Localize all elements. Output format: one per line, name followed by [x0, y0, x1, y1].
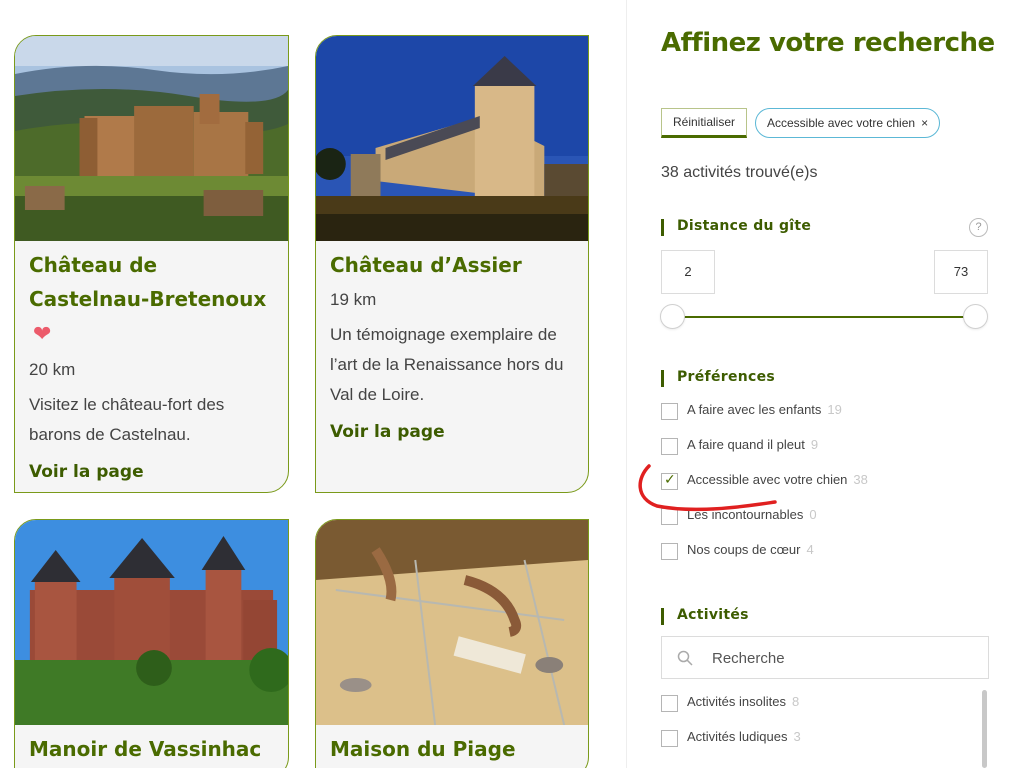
activity-card[interactable]: Château de Castelnau-Bretenoux ❤ 20 km Vi…: [14, 35, 289, 493]
checkbox[interactable]: [661, 730, 678, 747]
distance-min-field[interactable]: 2: [661, 250, 715, 294]
option-count: 9: [810, 437, 819, 452]
list-scrollbar[interactable]: [982, 690, 987, 768]
card-distance: 19 km: [330, 290, 377, 309]
filter-sidebar: Affinez votre recherche Réinitialiser Ac…: [626, 0, 1024, 768]
active-filter-chip[interactable]: Accessible avec votre chien ×: [755, 108, 941, 138]
option-label: Les incontournables: [687, 507, 804, 522]
checkbox[interactable]: [661, 438, 678, 455]
card-title-text[interactable]: Manoir de Vassinhac: [29, 732, 278, 766]
option-label: Accessible avec votre chien: [687, 472, 848, 487]
card-description: Visitez le château-fort des barons de Ca…: [29, 395, 225, 444]
checkbox[interactable]: [661, 403, 678, 420]
checkbox[interactable]: [661, 695, 678, 712]
option-label: Activités ludiques: [687, 729, 788, 744]
option-count: 8: [791, 694, 800, 709]
option-label: Nos coups de cœur: [687, 542, 801, 557]
option-count: 19: [827, 402, 842, 417]
close-icon[interactable]: ×: [921, 116, 928, 130]
activities-search[interactable]: [661, 636, 989, 679]
activities-heading: Activités: [661, 607, 749, 625]
reset-button[interactable]: Réinitialiser: [661, 108, 748, 138]
option-label: Activités insolites: [687, 694, 786, 709]
option-count: 38: [853, 472, 868, 487]
card-photo-assier[interactable]: [316, 36, 588, 241]
activity-card[interactable]: Manoir de Vassinhac: [14, 519, 289, 768]
heart-icon[interactable]: ❤: [33, 318, 51, 352]
card-title-text[interactable]: Maison du Piage: [330, 732, 578, 766]
distance-slider-max-handle[interactable]: [963, 304, 988, 329]
card-photo-castelnau[interactable]: [15, 36, 288, 241]
distance-heading: Distance du gîte: [661, 218, 811, 236]
activity-card[interactable]: Maison du Piage: [315, 519, 589, 768]
view-page-link[interactable]: Voir la page: [29, 462, 278, 482]
option-count: 4: [806, 542, 814, 557]
card-distance: 20 km: [29, 360, 76, 379]
distance-max-field[interactable]: 73: [934, 250, 988, 294]
search-icon: [677, 650, 693, 666]
checkbox[interactable]: [661, 508, 678, 525]
card-title[interactable]: Château de Castelnau-Bretenoux ❤: [29, 248, 278, 352]
card-photo-vassinhac[interactable]: [15, 520, 288, 725]
card-photo-piage[interactable]: [316, 520, 588, 725]
result-count: 38 activités trouvé(e)s: [661, 164, 818, 181]
sidebar-title: Affinez votre recherche: [661, 28, 995, 58]
active-filter-label: Accessible avec votre chien: [767, 116, 916, 130]
distance-slider-min-handle[interactable]: [660, 304, 685, 329]
card-title-text[interactable]: Château d’Assier: [330, 248, 578, 282]
activity-card[interactable]: Château d’Assier 19 km Un témoignage exe…: [315, 35, 589, 493]
option-count: 3: [793, 729, 801, 744]
checkbox[interactable]: [661, 543, 678, 560]
help-icon[interactable]: ?: [969, 218, 988, 237]
search-input[interactable]: [712, 646, 972, 670]
view-page-link[interactable]: Voir la page: [330, 422, 578, 442]
option-label: A faire avec les enfants: [687, 402, 822, 417]
option-count: 0: [809, 507, 817, 522]
distance-slider-track[interactable]: [671, 316, 977, 318]
preferences-heading: Préférences: [661, 369, 775, 387]
option-label: A faire quand il pleut: [687, 437, 805, 452]
card-title-text[interactable]: Château de Castelnau-Bretenoux: [29, 253, 266, 311]
checkbox-checked[interactable]: [661, 471, 678, 490]
card-description: Un témoignage exemplaire de l’art de la …: [330, 325, 564, 404]
